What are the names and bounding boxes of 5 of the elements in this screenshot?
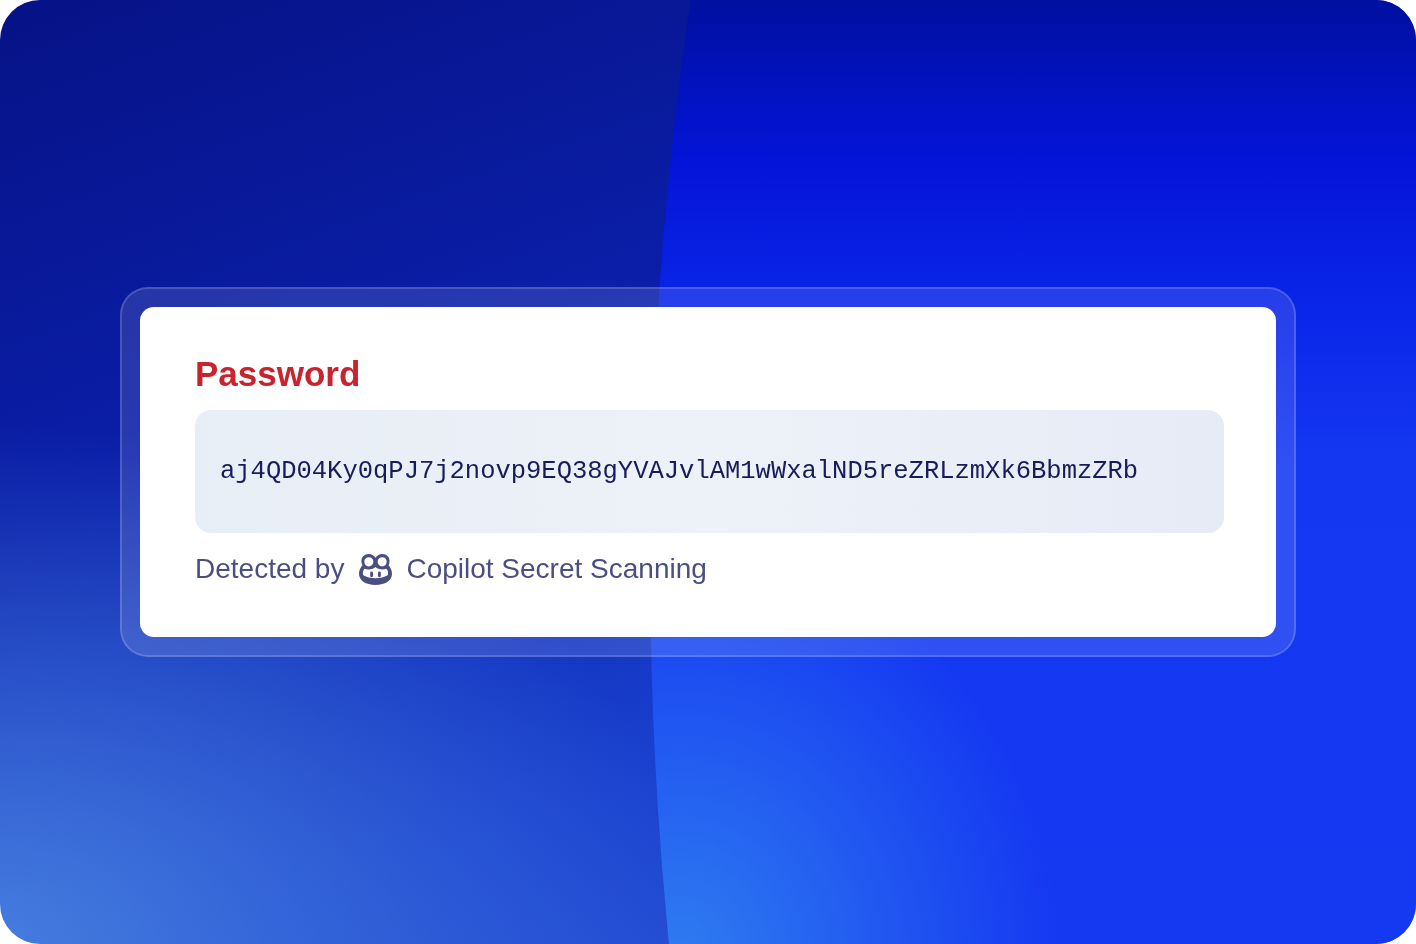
secret-value: aj4QD04Ky0qPJ7j2novp9EQ38gYVAJvlAM1wWxalND5reZRLzmXk6BbmzZRb (220, 455, 1139, 488)
detected-by-label: Detected by (195, 552, 345, 586)
card-title: Password (195, 353, 361, 395)
goggled-face-icon (358, 552, 394, 586)
scanner-name: Copilot Secret Scanning (406, 552, 707, 586)
